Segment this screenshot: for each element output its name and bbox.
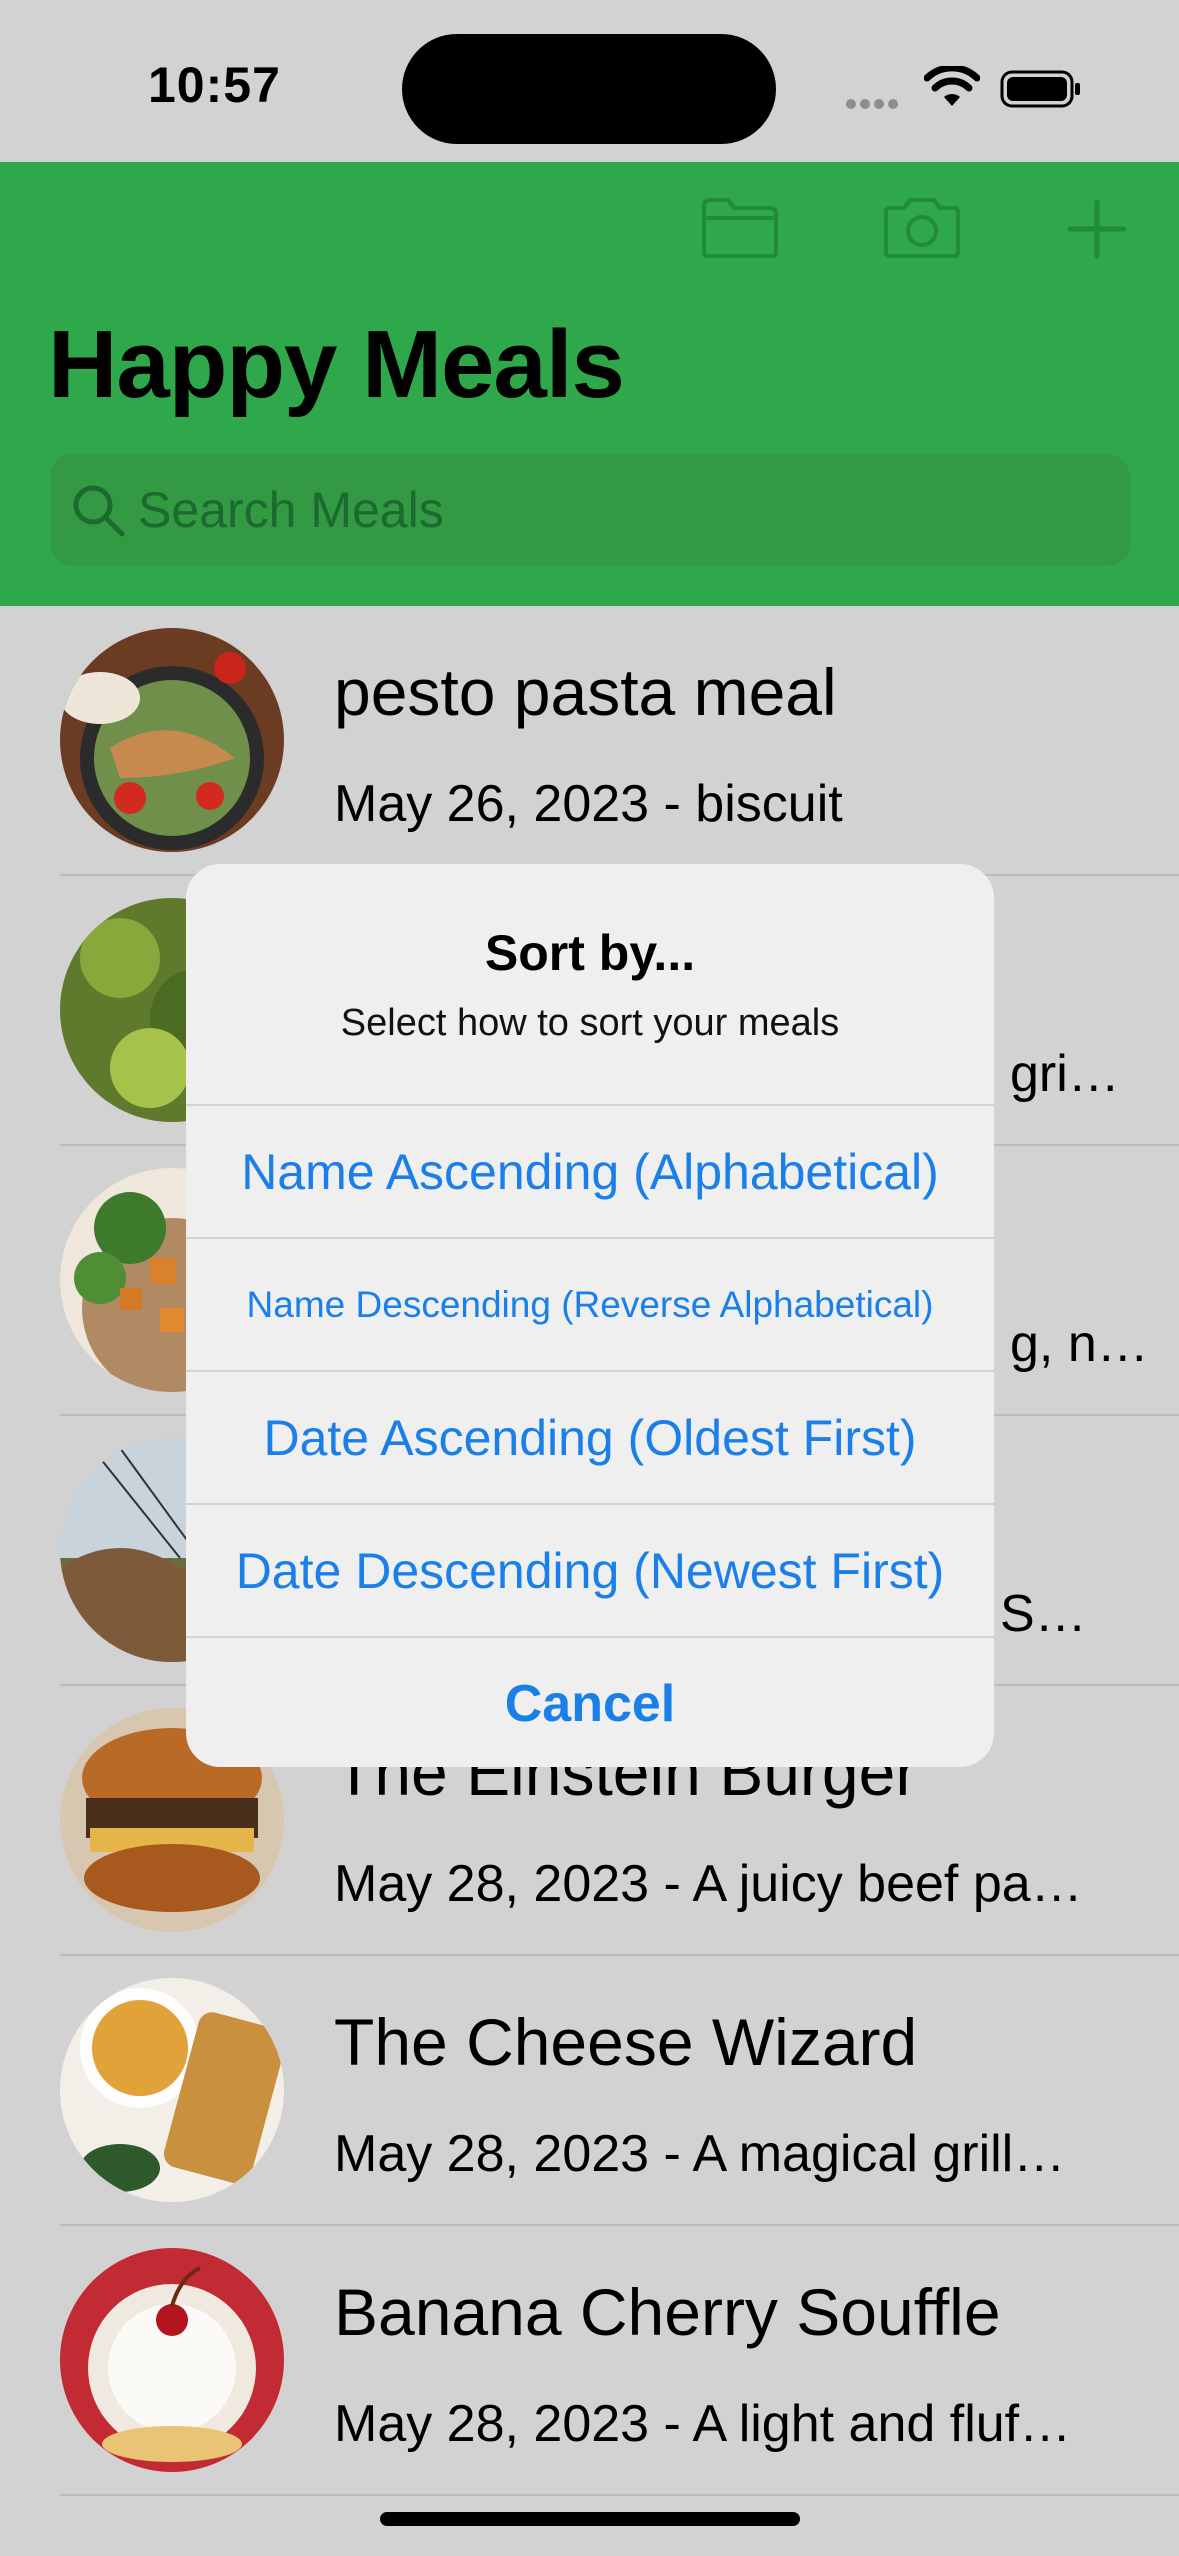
status-bar: 10:57 (0, 0, 1179, 162)
dialog-message: Select how to sort your meals (340, 1002, 840, 1044)
cancel-button[interactable]: Cancel (186, 1638, 994, 1767)
sort-date-descending-button[interactable]: Date Descending (Newest First) (186, 1505, 994, 1638)
camera-icon[interactable] (880, 196, 964, 260)
dynamic-island (402, 34, 776, 144)
meal-subtitle: gri… (1010, 1045, 1120, 1103)
meal-name: The Cheese Wizard (334, 2005, 918, 2079)
search-icon (73, 485, 125, 537)
status-time: 10:57 (148, 57, 281, 113)
page-title: Happy Meals (48, 311, 625, 418)
battery-icon (1000, 70, 1080, 108)
meal-subtitle: S… (1000, 1585, 1087, 1643)
cellular-signal-icon (846, 96, 906, 109)
meal-subtitle: May 28, 2023 - A juicy beef pa… (334, 1855, 1083, 1913)
sort-name-descending-button[interactable]: Name Descending (Reverse Alphabetical) (186, 1239, 994, 1372)
meal-subtitle: g, n… (1010, 1315, 1149, 1373)
meal-photo (60, 2248, 284, 2472)
search-bar[interactable] (50, 454, 1130, 566)
wifi-icon (924, 66, 980, 106)
dialog-title: Sort by... (484, 925, 696, 981)
sort-name-ascending-button[interactable]: Name Ascending (Alphabetical) (186, 1106, 994, 1239)
meal-subtitle: May 26, 2023 - biscuit (334, 775, 843, 833)
meal-photo (60, 628, 284, 852)
meal-row[interactable]: The Cheese Wizard May 28, 2023 - A magic… (0, 1956, 1179, 2226)
meal-name: pesto pasta meal (334, 655, 837, 729)
folder-icon[interactable] (700, 196, 780, 260)
sort-date-ascending-button[interactable]: Date Ascending (Oldest First) (186, 1372, 994, 1505)
home-indicator[interactable] (380, 2512, 800, 2526)
navigation-header: Happy Meals (0, 162, 1179, 606)
meal-photo (60, 1978, 284, 2202)
meal-row[interactable]: pesto pasta meal May 26, 2023 - biscuit (0, 606, 1179, 876)
add-meal-button[interactable] (1066, 198, 1128, 260)
meal-subtitle: May 28, 2023 - A light and fluf… (334, 2395, 1072, 2453)
search-input[interactable] (138, 454, 1098, 566)
meal-name: Banana Cherry Souffle (334, 2275, 1001, 2349)
meal-subtitle: May 28, 2023 - A magical grill… (334, 2125, 1066, 2183)
meal-row[interactable]: Banana Cherry Souffle May 28, 2023 - A l… (0, 2226, 1179, 2496)
dialog-header: Sort by... Select how to sort your meals (186, 864, 994, 1106)
sort-dialog: Sort by... Select how to sort your meals… (186, 864, 994, 1767)
